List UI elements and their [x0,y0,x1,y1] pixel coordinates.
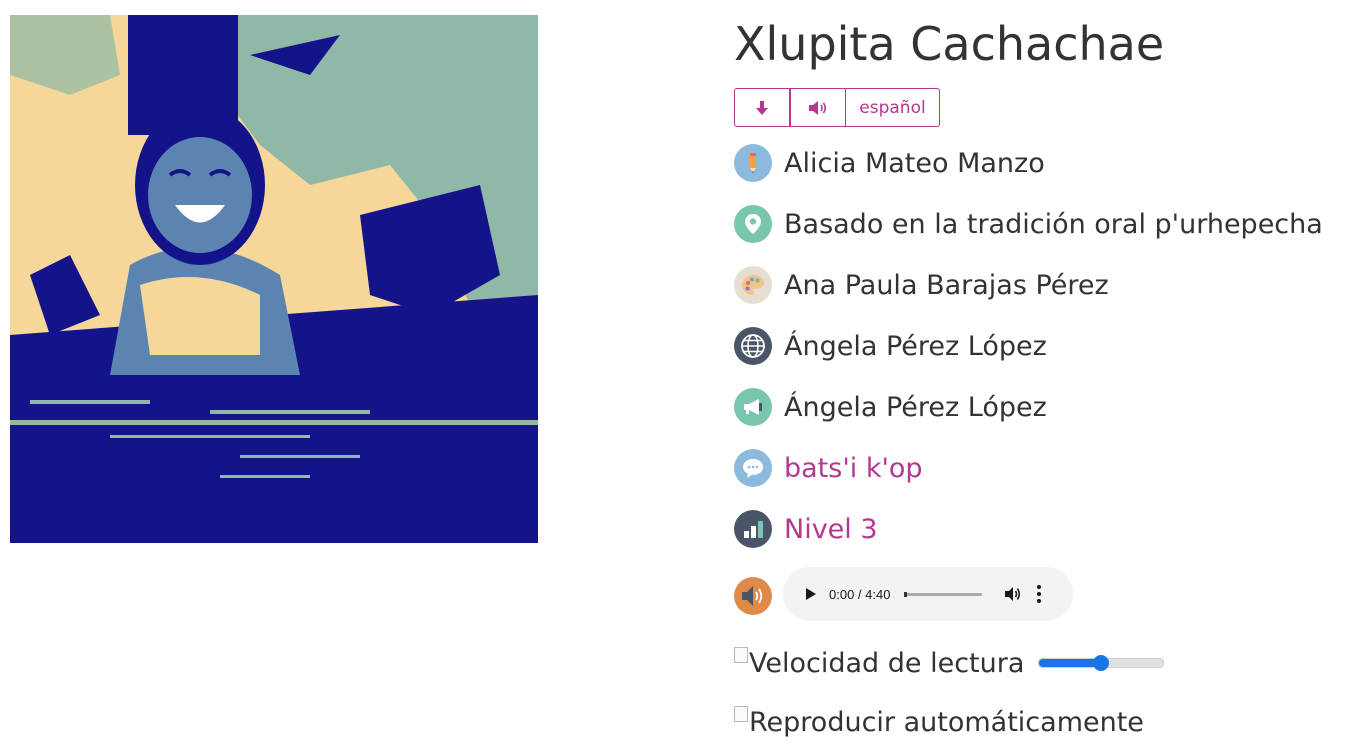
narrator-row: Ángela Pérez López [734,388,1047,426]
translator-row: Ángela Pérez López [734,327,1047,365]
audio-player: 0:00 / 4:40 [783,567,1073,621]
arrow-down-icon [756,100,768,115]
language-button[interactable]: español [846,88,940,127]
download-button[interactable] [734,88,790,127]
illustrator-row: Ana Paula Barajas Pérez [734,266,1109,304]
play-icon[interactable] [805,587,819,601]
book-actions: español [734,88,940,127]
audio-time: 0:00 / 4:40 [829,586,891,602]
reading-speed-label: Velocidad de lectura [749,647,1025,679]
narrator-name: Ángela Pérez López [784,391,1047,423]
speaker-icon [809,100,827,115]
book-cover-image [10,15,538,543]
globe-icon [734,327,772,365]
megaphone-icon [734,388,772,426]
audio-progress-knob[interactable] [904,591,908,597]
story-origin: Basado en la tradición oral p'urhepecha [784,208,1323,240]
level-link[interactable]: Nivel 3 [784,514,878,545]
broken-image-icon [734,706,748,722]
more-options-icon[interactable] [1036,585,1042,603]
author-row: Alicia Mateo Manzo [734,144,1045,182]
illustrator-name: Ana Paula Barajas Pérez [784,269,1109,301]
level-row: Nivel 3 [734,510,878,548]
autoplay-label: Reproducir automáticamente [749,706,1144,738]
autoplay-setting: Reproducir automáticamente [734,704,1144,740]
broken-image-icon [734,647,748,663]
book-title: Xlupita Cachachae [734,17,1165,71]
audio-progress-bar[interactable] [904,591,983,597]
volume-icon[interactable] [1004,585,1022,603]
reading-speed-slider[interactable] [1038,655,1165,671]
origin-row: Basado en la tradición oral p'urhepecha [734,205,1323,243]
girl-in-water-illustration [10,15,538,543]
language-row: bats'i k'op [734,449,923,487]
audio-speaker-icon [734,577,772,615]
speech-bubble-icon [734,449,772,487]
slider-thumb[interactable] [1093,655,1110,671]
reading-speed-setting: Velocidad de lectura [734,645,1165,681]
location-pin-icon [734,205,772,243]
language-link[interactable]: bats'i k'op [784,453,923,484]
level-bars-icon [734,510,772,548]
audio-button[interactable] [790,88,846,127]
author-name: Alicia Mateo Manzo [784,147,1045,179]
palette-icon [734,266,772,304]
pencil-icon [734,144,772,182]
translator-name: Ángela Pérez López [784,330,1047,362]
slider-fill [1039,659,1102,667]
